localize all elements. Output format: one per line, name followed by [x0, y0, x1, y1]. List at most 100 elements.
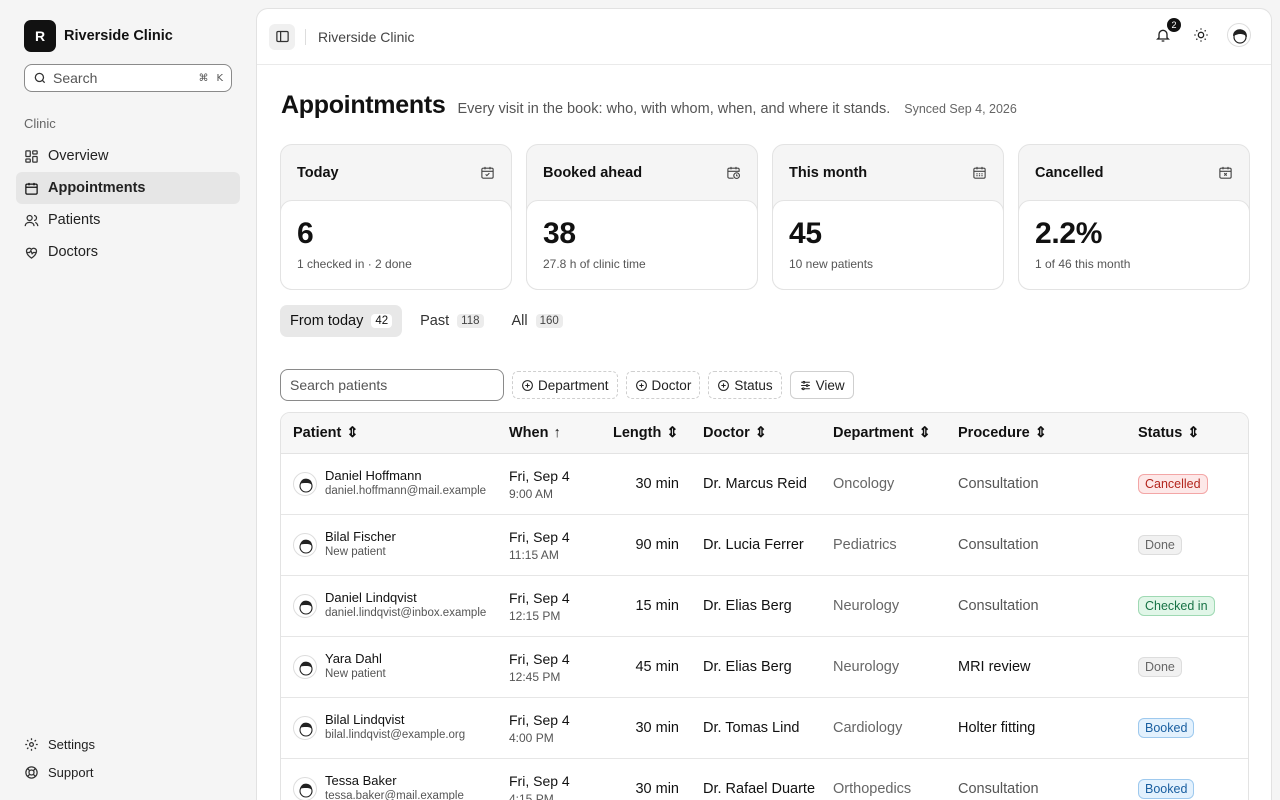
appointment-date: Fri, Sep 4 — [509, 651, 570, 667]
table-row[interactable]: Daniel Lindqvist daniel.lindqvist@inbox.e… — [281, 576, 1248, 637]
patient-search-placeholder: Search patients — [290, 377, 388, 393]
sliders-icon — [800, 380, 810, 390]
calendar-grid-icon — [973, 166, 986, 179]
column-header-length[interactable]: Length ⇕ — [613, 425, 678, 441]
column-label: Doctor — [703, 425, 750, 441]
sidebar-item-label: Overview — [48, 148, 109, 164]
table-row[interactable]: Daniel Hoffmann daniel.hoffmann@mail.exam… — [281, 454, 1248, 515]
sidebar-item-label: Appointments — [48, 180, 146, 196]
doctor-filter-button[interactable]: Doctor — [625, 371, 701, 399]
stat-card-note: 27.8 h of clinic time — [543, 257, 646, 271]
patient-name[interactable]: Daniel Lindqvist — [325, 590, 417, 605]
procedure-name: Holter fitting — [958, 720, 1036, 736]
tab-past[interactable]: Past 118 — [410, 305, 493, 337]
calendar-clock-icon — [727, 166, 740, 179]
patient-name[interactable]: Bilal Lindqvist — [325, 712, 405, 727]
tab-all[interactable]: All 160 — [502, 305, 573, 337]
sidebar-item-doctors[interactable]: Doctors — [16, 236, 240, 268]
table-row[interactable]: Tessa Baker tessa.baker@mail.example Fri, … — [281, 759, 1248, 800]
grid-icon — [25, 149, 38, 163]
stat-card-value: 45 — [789, 217, 822, 250]
filter-label: View — [815, 377, 845, 393]
filter-label: Department — [538, 377, 609, 393]
tab-from-today[interactable]: From today 42 — [280, 305, 403, 337]
department-name: Neurology — [833, 598, 900, 614]
patient-name[interactable]: Tessa Baker — [325, 773, 397, 788]
patient-avatar — [293, 655, 317, 679]
gear-icon — [25, 737, 38, 751]
appointment-tabs: From today 42 Past 118 All 160 — [280, 305, 573, 337]
column-label: Department — [833, 425, 914, 441]
heart-pulse-icon — [25, 247, 38, 259]
column-header-when[interactable]: When ↑ — [509, 425, 561, 441]
status-badge: Booked — [1138, 718, 1195, 738]
column-label: Patient — [293, 425, 342, 441]
topbar-actions: 2 — [1151, 18, 1251, 47]
appointment-length: 90 min — [635, 537, 679, 553]
sidebar: R Riverside Clinic Search ⌘ K Clinic Over… — [0, 0, 256, 800]
appointment-time: 12:45 PM — [509, 670, 561, 684]
topbar: Riverside Clinic 2 — [257, 9, 1271, 65]
view-options-button[interactable]: View — [789, 371, 854, 399]
arrow-up-icon: ↑ — [553, 425, 561, 441]
notifications-button[interactable]: 2 — [1151, 18, 1181, 47]
table-row[interactable]: Yara Dahl New patient Fri, Sep 4 12:45 PM 45… — [281, 637, 1248, 698]
patient-name[interactable]: Yara Dahl — [325, 651, 382, 666]
table-body: Daniel Hoffmann daniel.hoffmann@mail.exam… — [281, 454, 1248, 800]
column-header-department[interactable]: Department ⇕ — [833, 425, 931, 441]
sidebar-item-support[interactable]: Support — [24, 758, 224, 786]
column-header-procedure[interactable]: Procedure ⇕ — [958, 425, 1047, 441]
sidebar-search[interactable]: Search ⌘ K — [24, 64, 232, 92]
filter-bar: Search patients Department Doctor Status… — [280, 369, 854, 401]
column-header-patient[interactable]: Patient ⇕ — [293, 425, 359, 441]
patient-subtext: tessa.baker@mail.example — [325, 790, 464, 800]
sidebar-item-settings[interactable]: Settings — [24, 730, 224, 758]
appointment-length: 15 min — [635, 598, 679, 614]
sidebar-toggle-button[interactable] — [269, 23, 295, 50]
sort-icon: ⇕ — [754, 425, 767, 441]
theme-toggle-button[interactable] — [1189, 23, 1213, 47]
search-icon — [34, 72, 46, 84]
department-name: Neurology — [833, 659, 900, 675]
sidebar-item-patients[interactable]: Patients — [16, 204, 240, 236]
doctor-name: Dr. Marcus Reid — [703, 476, 807, 492]
stat-card-note: 10 new patients — [789, 257, 874, 271]
breadcrumb[interactable]: Riverside Clinic — [318, 29, 414, 45]
appointment-time: 11:15 AM — [509, 548, 559, 562]
stat-card-this-month: This month 45 10 new patients — [772, 144, 1004, 290]
patient-avatar — [293, 472, 317, 496]
status-badge: Checked in — [1138, 596, 1215, 616]
table-header: Patient ⇕ When ↑ Length ⇕ Doctor ⇕ Departmen… — [281, 413, 1248, 454]
doctor-name: Dr. Elias Berg — [703, 598, 792, 614]
filter-label: Status — [734, 377, 773, 393]
stat-card-value: 6 — [297, 217, 314, 250]
stat-card-value: 2.2% — [1035, 217, 1103, 250]
status-filter-button[interactable]: Status — [708, 371, 782, 399]
kbd-k: K — [216, 72, 223, 84]
appointment-length: 45 min — [635, 659, 679, 675]
column-header-status[interactable]: Status ⇕ — [1138, 425, 1199, 441]
column-header-doctor[interactable]: Doctor ⇕ — [703, 425, 767, 441]
patient-subtext: bilal.lindqvist@example.org — [325, 729, 466, 741]
patient-avatar — [293, 594, 317, 618]
patient-search-input[interactable]: Search patients — [280, 369, 504, 401]
stat-card-note: 1 checked in · 2 done — [297, 257, 412, 271]
appointment-time: 4:00 PM — [509, 731, 554, 745]
department-filter-button[interactable]: Department — [512, 371, 618, 399]
brand[interactable]: R Riverside Clinic — [24, 20, 173, 52]
table-row[interactable]: Bilal Lindqvist bilal.lindqvist@example.o… — [281, 698, 1248, 759]
appointment-length: 30 min — [635, 781, 679, 797]
patient-name[interactable]: Daniel Hoffmann — [325, 468, 422, 483]
status-badge: Cancelled — [1138, 474, 1208, 494]
patient-name[interactable]: Bilal Fischer — [325, 529, 396, 544]
sidebar-item-overview[interactable]: Overview — [16, 140, 240, 172]
doctor-name: Dr. Rafael Duarte — [703, 781, 816, 797]
appointment-date: Fri, Sep 4 — [509, 712, 570, 728]
search-shortcut: ⌘ K — [198, 73, 223, 84]
stat-cards: Today 6 1 checked in · 2 done Booked ahe… — [280, 144, 1250, 290]
appointments-table: Patient ⇕ When ↑ Length ⇕ Doctor ⇕ Departmen… — [280, 412, 1249, 800]
sidebar-item-appointments[interactable]: Appointments — [16, 172, 240, 204]
user-avatar[interactable] — [1227, 23, 1251, 47]
sidebar-item-label: Patients — [48, 212, 101, 228]
table-row[interactable]: Bilal Fischer New patient Fri, Sep 4 11:15 … — [281, 515, 1248, 576]
